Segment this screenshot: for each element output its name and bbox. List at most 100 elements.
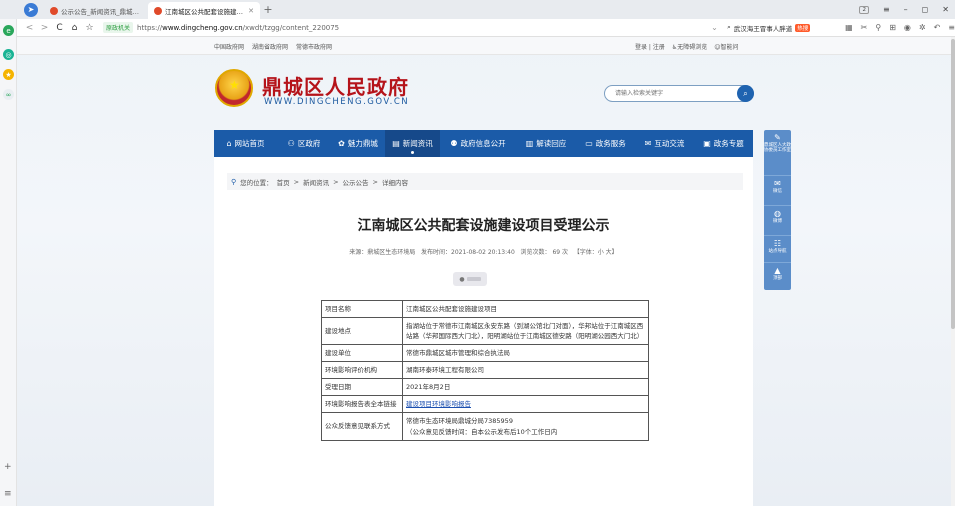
bookmark-star-icon[interactable]: ☆ bbox=[82, 23, 97, 33]
link-hunan-gov[interactable]: 湖南省政府网 bbox=[252, 42, 288, 51]
nav-interaction[interactable]: ✉ 互动交流 bbox=[635, 130, 694, 157]
breadcrumb-separator: > bbox=[293, 177, 300, 186]
rs-sitemap[interactable]: ☷ 站点导航 bbox=[764, 236, 791, 263]
nav-district-gov[interactable]: ⚇ 区政府 bbox=[277, 130, 331, 157]
web-page: 中国政府网 湖南省政府网 常德市政府网 登录 | 注册 ♿无障碍浏览 ☺智能问 … bbox=[17, 37, 955, 506]
font-size-control[interactable]: 【字体：小 大】 bbox=[574, 249, 618, 256]
breadcrumb-news[interactable]: 新闻资讯 bbox=[303, 177, 329, 187]
rs-back-to-top[interactable]: ▲ 顶部 bbox=[764, 263, 791, 290]
user-links: 登录 | 注册 ♿无障碍浏览 ☺智能问 bbox=[635, 42, 739, 51]
tab-2-active[interactable]: 江南城区公共配套设施建设项目 ✕ bbox=[148, 2, 260, 19]
article-card: ⚲ 您的位置： 首页 > 新闻资讯 > 公示公告 > 详细内容 江南城区公共配套设施建… bbox=[214, 157, 753, 506]
window-controls: 2 ≡ – ◻ ✕ bbox=[859, 0, 949, 19]
sidebar-game-icon[interactable]: ∞ bbox=[3, 89, 14, 100]
scrollbar-thumb[interactable] bbox=[951, 39, 955, 329]
row-value: 建设项目环境影响报告 bbox=[402, 395, 649, 414]
home-icon: ⌂ bbox=[226, 139, 232, 148]
browser-search-box[interactable]: ⌕ 武汉海王冒事人胖道 热搜 bbox=[727, 23, 837, 33]
sidebar-star-icon[interactable]: ★ bbox=[3, 69, 14, 80]
row-value: 2021年8月2日 bbox=[402, 378, 649, 397]
url-dropdown-icon[interactable]: ⌄ bbox=[711, 23, 723, 32]
home-button[interactable]: ⌂ bbox=[67, 23, 82, 33]
location-pin-icon: ⚲ bbox=[231, 177, 237, 186]
sidebar-menu-icon[interactable]: ≡ bbox=[4, 489, 14, 499]
nav-charm[interactable]: ✿ 魅力鼎城 bbox=[331, 130, 385, 157]
accessibility-link[interactable]: ♿无障碍浏览 bbox=[672, 42, 707, 51]
site-favicon-icon bbox=[154, 6, 162, 15]
undo-icon[interactable]: ↶ bbox=[934, 23, 941, 32]
table-row: 公众反馈意见联系方式 常德市生态环境局鼎城分局7385959 （公众意见反馈时间：自… bbox=[321, 412, 649, 441]
browser-logo-icon[interactable]: ➤ bbox=[24, 2, 38, 17]
breadcrumb-notices[interactable]: 公示公告 bbox=[343, 177, 369, 187]
audio-player[interactable]: ● bbox=[453, 272, 487, 286]
search-button[interactable]: ⌕ bbox=[737, 85, 754, 102]
url-field[interactable]: 原政机关 https://www.dingcheng.gov.cn/xwdt/t… bbox=[103, 22, 573, 33]
close-window-button[interactable]: ✕ bbox=[942, 5, 949, 14]
sidebar-chat-icon[interactable]: ◎ bbox=[3, 49, 14, 60]
nav-topics[interactable]: ▣ 政务专题 bbox=[694, 130, 753, 157]
nav-home[interactable]: ⌂ 网站首页 bbox=[214, 130, 277, 157]
report-link[interactable]: 建设项目环境影响报告 bbox=[406, 400, 471, 408]
rs-committee[interactable]: ✎ 鼎城区人大政协委员工作室 bbox=[764, 130, 791, 176]
link-central-gov[interactable]: 中国政府网 bbox=[214, 42, 244, 51]
search-input[interactable] bbox=[605, 86, 725, 101]
row-key: 建设单位 bbox=[321, 344, 403, 363]
site-topbar: 中国政府网 湖南省政府网 常德市政府网 登录 | 注册 ♿无障碍浏览 ☺智能问 bbox=[17, 37, 955, 55]
reload-button[interactable]: C bbox=[52, 23, 67, 33]
person-icon: ⚉ bbox=[450, 139, 458, 148]
nav-services[interactable]: ▭ 政务服务 bbox=[576, 130, 635, 157]
breadcrumb-separator: > bbox=[372, 177, 378, 186]
table-row: 建设地点 指湖站位于常德市江南城区永安东路（到湖公馆北门对面），华邦站位于江南城区… bbox=[321, 317, 649, 346]
scissors-icon[interactable]: ✂ bbox=[861, 23, 868, 32]
site-favicon-icon bbox=[50, 6, 58, 15]
breadcrumb-home[interactable]: 首页 bbox=[277, 177, 290, 187]
new-tab-button[interactable]: + bbox=[260, 3, 276, 16]
close-tab-icon[interactable]: ✕ bbox=[248, 7, 254, 15]
table-row: 环境影响评价机构 湖南环泰环境工程有限公司 bbox=[321, 361, 649, 380]
rs-wechat[interactable]: ✉ 微信 bbox=[764, 176, 791, 206]
breadcrumb-separator: > bbox=[333, 177, 339, 186]
smart-qa-link[interactable]: ☺智能问 bbox=[714, 42, 738, 51]
menu-icon[interactable]: ≡ bbox=[883, 5, 890, 14]
minimize-button[interactable]: – bbox=[904, 5, 908, 14]
magnifier-icon[interactable]: ⚲ bbox=[875, 23, 881, 32]
breadcrumb-current: 详细内容 bbox=[382, 178, 408, 187]
back-button[interactable]: < bbox=[22, 23, 37, 33]
people-icon: ⚇ bbox=[287, 139, 295, 148]
breadcrumb-lead: 您的位置： bbox=[240, 178, 273, 187]
audio-progress-bar[interactable] bbox=[466, 277, 481, 281]
address-bar: < > C ⌂ ☆ 原政机关 https://www.dingcheng.gov… bbox=[0, 19, 955, 37]
feedback-period-line: （公众意见反馈时间：自本公示发布后10个工作日内 bbox=[406, 427, 558, 436]
article-time: 发布时间：2021-08-02 20:13:40 bbox=[421, 249, 515, 256]
forward-button[interactable]: > bbox=[37, 23, 52, 33]
nav-news[interactable]: ▤ 新闻资讯 bbox=[385, 130, 440, 157]
sidebar-add-icon[interactable]: + bbox=[4, 462, 14, 472]
article-views-unit: 次 bbox=[562, 249, 569, 256]
chat-icon: ✉ bbox=[644, 139, 652, 148]
row-value: 常德市鼎城区城市管理和综合执法局 bbox=[402, 344, 649, 363]
right-float-sidebar: ✎ 鼎城区人大政协委员工作室 ✉ 微信 ◍ 微博 ☷ 站点导航 ▲ 顶部 bbox=[764, 130, 791, 290]
site-search: ⌕ bbox=[604, 85, 754, 102]
tab-count-badge[interactable]: 2 bbox=[859, 5, 869, 14]
user-icon[interactable]: ◉ bbox=[904, 23, 911, 32]
login-register-link[interactable]: 登录 | 注册 bbox=[635, 42, 665, 51]
sidebar-app-icon[interactable]: e bbox=[3, 25, 14, 36]
grid-icon[interactable]: ⊞ bbox=[889, 23, 896, 32]
security-badge[interactable]: 原政机关 bbox=[103, 22, 134, 33]
page-scrollbar[interactable] bbox=[951, 37, 955, 506]
restore-button[interactable]: ◻ bbox=[922, 5, 929, 14]
tab-1[interactable]: 公示公告_新闻资讯_鼎城区人民... bbox=[44, 2, 148, 19]
link-changde-gov[interactable]: 常德市政府网 bbox=[296, 42, 332, 51]
site-name[interactable]: 鼎城区人民政府 bbox=[262, 71, 409, 100]
rs-weibo[interactable]: ◍ 微博 bbox=[764, 206, 791, 236]
national-emblem-logo: ★ bbox=[215, 69, 253, 107]
play-icon[interactable]: ● bbox=[459, 276, 464, 283]
nav-interpretation[interactable]: ▥ 解读回应 bbox=[516, 130, 576, 157]
nav-gov-info[interactable]: ⚉ 政府信息公开 bbox=[440, 130, 516, 157]
row-key: 建设地点 bbox=[321, 317, 403, 346]
row-value: 湖南环泰环境工程有限公司 bbox=[402, 361, 649, 380]
settings-icon[interactable]: ✲ bbox=[919, 23, 926, 32]
more-menu-icon[interactable]: ≡ bbox=[948, 23, 955, 32]
url-text: https://www.dingcheng.gov.cn/xwdt/tzgg/c… bbox=[137, 23, 340, 32]
extension-icon[interactable]: ▦ bbox=[845, 23, 853, 32]
